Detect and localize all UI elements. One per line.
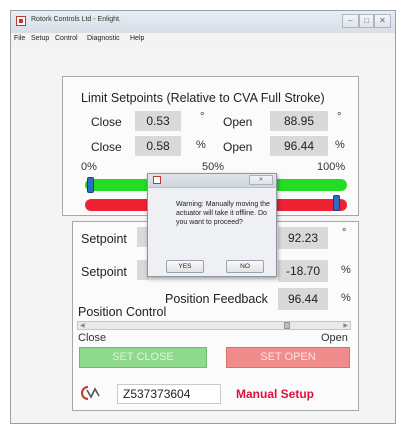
menu-diagnostic[interactable]: Diagnostic xyxy=(87,35,120,42)
menu-file[interactable]: File xyxy=(14,35,25,42)
position-open-label: Open xyxy=(321,332,348,344)
window-title: Rotork Controls Ltd - Enlight. xyxy=(31,16,121,23)
setpoint-label-percent: Setpoint xyxy=(81,265,127,279)
scale-max-label: 100% xyxy=(317,161,346,173)
close-window-button[interactable]: ✕ xyxy=(374,14,391,28)
set-open-button[interactable]: SET OPEN xyxy=(226,347,350,368)
degree-unit: ° xyxy=(200,111,205,123)
warning-dialog: ✕ Warning: Manually moving the actuator … xyxy=(147,173,277,277)
setpoint-label-degrees: Setpoint xyxy=(81,232,127,246)
maximize-button[interactable]: □ xyxy=(359,14,374,28)
percent-unit: % xyxy=(341,264,351,276)
dialog-close-button[interactable]: ✕ xyxy=(249,175,273,185)
serial-number-field[interactable]: Z537373604 xyxy=(117,384,221,404)
close-label-degrees: Close xyxy=(91,115,122,129)
dialog-no-button[interactable]: NO xyxy=(226,260,264,273)
open-limit-percent-value[interactable]: 96.44 xyxy=(270,136,328,156)
mode-status-label: Manual Setup xyxy=(236,387,315,401)
scale-min-label: 0% xyxy=(81,161,97,173)
minimize-button[interactable]: – xyxy=(342,14,359,28)
scale-mid-label: 50% xyxy=(202,161,225,173)
setpoint-degrees-value[interactable]: 92.23 xyxy=(278,227,328,249)
percent-unit: % xyxy=(341,292,351,304)
close-limit-degrees-value[interactable]: 0.53 xyxy=(135,111,181,131)
percent-unit: % xyxy=(335,139,345,151)
position-control-heading: Position Control xyxy=(78,305,167,319)
percent-unit: % xyxy=(196,139,206,151)
open-limit-degrees-value[interactable]: 88.95 xyxy=(270,111,328,131)
limit-setpoints-heading: Limit Setpoints (Relative to CVA Full St… xyxy=(81,91,325,105)
app-icon xyxy=(16,16,26,26)
open-label-percent: Open xyxy=(223,140,253,154)
scroll-right-arrow-icon[interactable]: ▶ xyxy=(343,322,348,329)
position-control-thumb[interactable] xyxy=(284,322,291,329)
dialog-yes-button[interactable]: YES xyxy=(166,260,204,273)
cva-logo-icon xyxy=(81,386,100,400)
open-label-degrees: Open xyxy=(223,115,253,129)
position-control-slider[interactable]: ◀ ▶ xyxy=(77,321,351,330)
dialog-app-icon xyxy=(153,176,161,184)
open-limit-handle[interactable] xyxy=(333,195,341,211)
close-label-percent: Close xyxy=(91,140,122,154)
close-limit-handle[interactable] xyxy=(86,177,94,193)
dialog-title-bar: ✕ xyxy=(148,174,276,188)
scroll-left-arrow-icon[interactable]: ◀ xyxy=(80,322,85,329)
set-close-button[interactable]: SET CLOSE xyxy=(79,347,207,368)
menu-help[interactable]: Help xyxy=(130,35,144,42)
degree-unit: ° xyxy=(337,111,342,123)
position-feedback-label: Position Feedback xyxy=(165,292,268,306)
menu-setup[interactable]: Setup xyxy=(31,35,49,42)
menu-bar: File Setup Control Diagnostic Help xyxy=(11,33,395,48)
setpoint-percent-value[interactable]: -18.70 xyxy=(278,260,328,282)
position-close-label: Close xyxy=(78,332,107,344)
position-feedback-value: 96.44 xyxy=(278,288,328,310)
degree-unit: ° xyxy=(342,227,347,239)
close-limit-percent-value[interactable]: 0.58 xyxy=(135,136,181,156)
title-bar: Rotork Controls Ltd - Enlight. – □ ✕ xyxy=(11,11,395,34)
menu-control[interactable]: Control xyxy=(55,35,78,42)
dialog-message: Warning: Manually moving the actuator wi… xyxy=(176,201,270,226)
